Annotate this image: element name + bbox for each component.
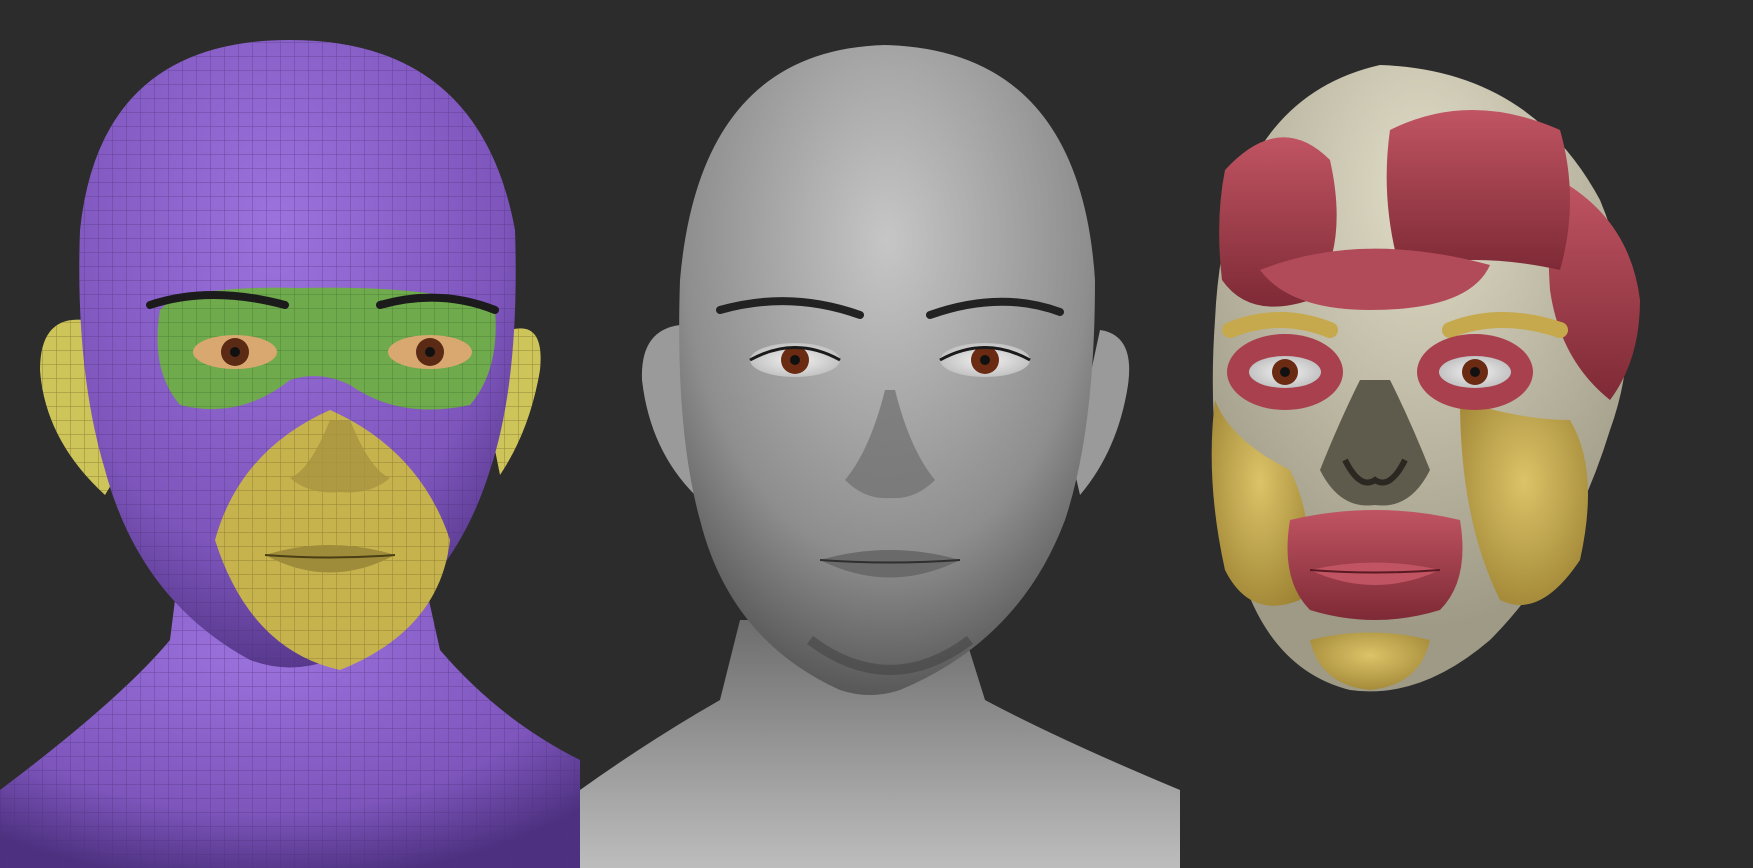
topology-head <box>0 40 580 868</box>
anatomy-frontalis <box>1386 110 1570 270</box>
anatomy-head <box>1211 65 1640 692</box>
sculpt-head <box>580 45 1180 868</box>
render-canvas <box>0 0 1753 868</box>
render-scene <box>0 40 1640 868</box>
sculpt-head-shell <box>679 45 1095 695</box>
